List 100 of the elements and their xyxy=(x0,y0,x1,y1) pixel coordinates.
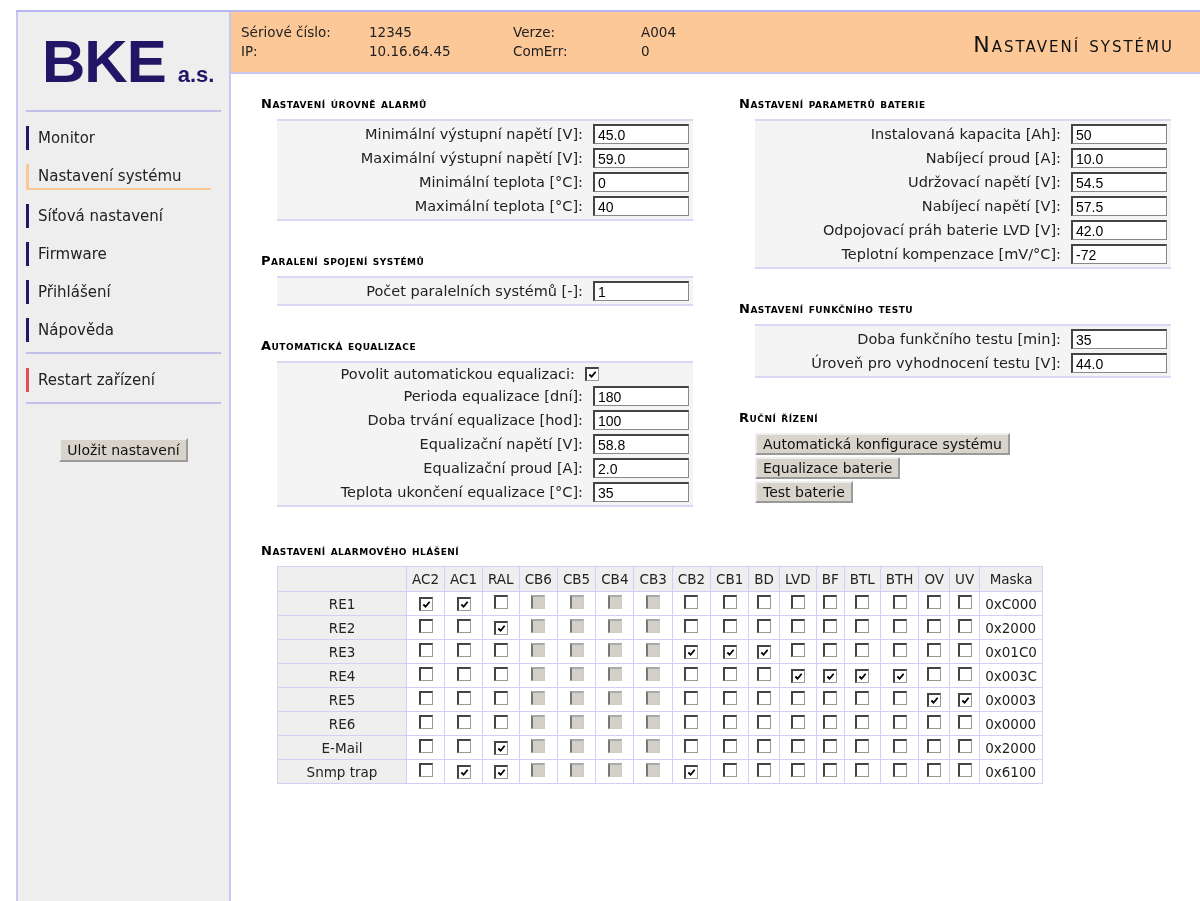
checkbox[interactable] xyxy=(585,367,599,381)
input-field[interactable]: 2.0 xyxy=(593,458,689,478)
checkbox[interactable] xyxy=(927,739,942,753)
checkbox[interactable] xyxy=(418,739,433,753)
checkbox[interactable] xyxy=(684,644,699,659)
checkbox[interactable] xyxy=(790,691,805,705)
checkbox[interactable] xyxy=(892,668,907,683)
nav-item[interactable]: Restart zařízení xyxy=(26,368,211,392)
checkbox[interactable] xyxy=(684,619,699,633)
input-field[interactable]: 50 xyxy=(1071,124,1167,144)
checkbox[interactable] xyxy=(855,763,870,777)
checkbox[interactable] xyxy=(823,763,838,777)
checkbox[interactable] xyxy=(456,764,471,779)
checkbox[interactable] xyxy=(493,620,508,635)
checkbox[interactable] xyxy=(957,692,972,707)
checkbox[interactable] xyxy=(892,715,907,729)
checkbox[interactable] xyxy=(823,715,838,729)
checkbox[interactable] xyxy=(855,619,870,633)
checkbox[interactable] xyxy=(493,715,508,729)
checkbox[interactable] xyxy=(790,715,805,729)
checkbox[interactable] xyxy=(418,691,433,705)
action-button[interactable]: Equalizace baterie xyxy=(755,457,901,479)
checkbox[interactable] xyxy=(684,764,699,779)
checkbox[interactable] xyxy=(927,619,942,633)
checkbox[interactable] xyxy=(892,763,907,777)
checkbox[interactable] xyxy=(722,619,737,633)
checkbox[interactable] xyxy=(757,691,772,705)
checkbox[interactable] xyxy=(418,619,433,633)
checkbox[interactable] xyxy=(790,763,805,777)
input-field[interactable]: 180 xyxy=(593,386,689,406)
checkbox[interactable] xyxy=(757,667,772,681)
checkbox[interactable] xyxy=(757,739,772,753)
checkbox[interactable] xyxy=(456,596,471,611)
checkbox[interactable] xyxy=(927,692,942,707)
checkbox[interactable] xyxy=(927,643,942,657)
checkbox[interactable] xyxy=(722,667,737,681)
input-field[interactable]: 57.5 xyxy=(1071,196,1167,216)
checkbox[interactable] xyxy=(722,715,737,729)
checkbox[interactable] xyxy=(790,643,805,657)
checkbox[interactable] xyxy=(456,643,471,657)
checkbox[interactable] xyxy=(855,715,870,729)
checkbox[interactable] xyxy=(957,667,972,681)
checkbox[interactable] xyxy=(418,667,433,681)
input-field[interactable]: 35 xyxy=(593,482,689,502)
input-field[interactable]: 40 xyxy=(593,196,689,216)
input-field[interactable]: 1 xyxy=(593,281,689,301)
input-field[interactable]: 44.0 xyxy=(1071,353,1167,373)
input-field[interactable]: 54.5 xyxy=(1071,172,1167,192)
checkbox[interactable] xyxy=(456,619,471,633)
checkbox[interactable] xyxy=(790,739,805,753)
checkbox[interactable] xyxy=(418,715,433,729)
checkbox[interactable] xyxy=(892,643,907,657)
checkbox[interactable] xyxy=(456,691,471,705)
checkbox[interactable] xyxy=(823,643,838,657)
checkbox[interactable] xyxy=(493,667,508,681)
action-button[interactable]: Test baterie xyxy=(755,481,853,503)
checkbox[interactable] xyxy=(722,595,737,609)
checkbox[interactable] xyxy=(927,715,942,729)
checkbox[interactable] xyxy=(757,763,772,777)
input-field[interactable]: 58.8 xyxy=(593,434,689,454)
checkbox[interactable] xyxy=(757,619,772,633)
input-field[interactable]: 35 xyxy=(1071,329,1167,349)
checkbox[interactable] xyxy=(823,739,838,753)
checkbox[interactable] xyxy=(957,739,972,753)
checkbox[interactable] xyxy=(722,763,737,777)
input-field[interactable]: 0 xyxy=(593,172,689,192)
checkbox[interactable] xyxy=(493,764,508,779)
checkbox[interactable] xyxy=(855,643,870,657)
checkbox[interactable] xyxy=(493,643,508,657)
checkbox[interactable] xyxy=(493,740,508,755)
checkbox[interactable] xyxy=(456,715,471,729)
action-button[interactable]: Automatická konfigurace systému xyxy=(755,433,1010,455)
checkbox[interactable] xyxy=(927,667,942,681)
checkbox[interactable] xyxy=(790,619,805,633)
checkbox[interactable] xyxy=(757,715,772,729)
checkbox[interactable] xyxy=(892,691,907,705)
nav-item[interactable]: Nastavení systému xyxy=(26,164,211,190)
checkbox[interactable] xyxy=(892,595,907,609)
checkbox[interactable] xyxy=(684,667,699,681)
checkbox[interactable] xyxy=(456,739,471,753)
checkbox[interactable] xyxy=(892,619,907,633)
checkbox[interactable] xyxy=(855,691,870,705)
input-field[interactable]: 42.0 xyxy=(1071,220,1167,240)
checkbox[interactable] xyxy=(957,595,972,609)
checkbox[interactable] xyxy=(722,739,737,753)
checkbox[interactable] xyxy=(855,595,870,609)
checkbox[interactable] xyxy=(927,595,942,609)
checkbox[interactable] xyxy=(823,619,838,633)
checkbox[interactable] xyxy=(684,595,699,609)
checkbox[interactable] xyxy=(855,668,870,683)
checkbox[interactable] xyxy=(456,667,471,681)
checkbox[interactable] xyxy=(722,644,737,659)
input-field[interactable]: 10.0 xyxy=(1071,148,1167,168)
checkbox[interactable] xyxy=(823,691,838,705)
checkbox[interactable] xyxy=(684,715,699,729)
checkbox[interactable] xyxy=(823,595,838,609)
input-field[interactable]: 59.0 xyxy=(593,148,689,168)
checkbox[interactable] xyxy=(957,619,972,633)
checkbox[interactable] xyxy=(757,595,772,609)
checkbox[interactable] xyxy=(957,715,972,729)
